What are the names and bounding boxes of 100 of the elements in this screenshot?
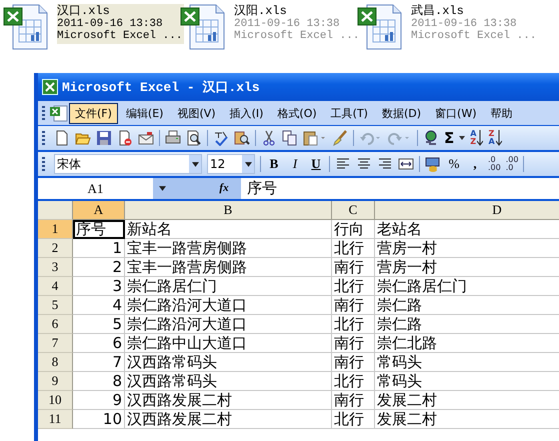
table-cell: 行向: [332, 220, 375, 239]
table-cell: 南行: [332, 258, 375, 277]
table-cell: 营房一村: [375, 258, 559, 277]
table-cell: 汉西路常码头: [125, 372, 332, 391]
toolbar-grip[interactable]: [42, 157, 45, 171]
column-header[interactable]: C: [332, 201, 375, 220]
print-preview-icon[interactable]: [186, 130, 202, 146]
table-cell: 北行: [332, 372, 375, 391]
row-header[interactable]: 9: [38, 372, 73, 391]
table-cell: 5: [73, 315, 125, 334]
file-name: 汉口.xls: [57, 5, 111, 18]
underline-button[interactable]: U: [308, 156, 324, 172]
spreadsheet-file-icon[interactable]: [3, 2, 49, 50]
spelling-check-icon[interactable]: [213, 130, 229, 146]
percent-button[interactable]: %: [446, 156, 462, 172]
bold-button[interactable]: B: [266, 156, 282, 172]
menu-item[interactable]: 文件(F): [69, 102, 118, 124]
row-header[interactable]: 8: [38, 353, 73, 372]
increase-decimal-button[interactable]: .0 .00: [488, 156, 501, 172]
row-header[interactable]: 4: [38, 277, 73, 296]
font-dropdown[interactable]: 宋体: [54, 154, 202, 174]
row-header[interactable]: 5: [38, 296, 73, 315]
paintbrush-icon[interactable]: [332, 130, 348, 146]
spreadsheet-file-icon[interactable]: [180, 2, 226, 50]
printer-icon[interactable]: [165, 130, 181, 146]
permission-icon[interactable]: [117, 130, 133, 146]
menu-item[interactable]: 插入(I): [224, 102, 270, 124]
spreadsheet-file-icon[interactable]: [357, 2, 403, 50]
table-cell: 10: [73, 410, 125, 429]
caret-icon[interactable]: [159, 186, 166, 191]
menu-item[interactable]: 视图(V): [171, 102, 222, 124]
table-cell: 新站名: [125, 220, 332, 239]
menu-item[interactable]: 格式(O): [271, 102, 323, 124]
caret-icon[interactable]: [244, 162, 252, 166]
row-header[interactable]: 3: [38, 258, 73, 277]
column-header[interactable]: A: [73, 201, 125, 220]
table-cell: 崇仁路居仁门: [125, 277, 332, 296]
table-cell: 崇仁路居仁门: [375, 277, 559, 296]
name-box[interactable]: A1: [38, 180, 153, 196]
column-header[interactable]: D: [375, 201, 559, 220]
table-cell: 3: [73, 277, 125, 296]
table-cell: 汉西路发展二村: [125, 391, 332, 410]
toolbar-grip[interactable]: [42, 106, 45, 120]
table-cell: 9: [73, 391, 125, 410]
table-cell: 发展二村: [375, 391, 559, 410]
menu-item[interactable]: 数据(D): [376, 102, 428, 124]
comma-style-button[interactable]: ,: [467, 156, 483, 172]
email-icon[interactable]: [138, 130, 154, 146]
decrease-decimal-button[interactable]: .00 .0: [506, 156, 518, 172]
table-cell: 8: [73, 372, 125, 391]
table-cell: 南行: [332, 391, 375, 410]
menu-item[interactable]: 工具(T): [324, 102, 374, 124]
currency-icon[interactable]: [425, 156, 441, 172]
table-cell: 汉西路发展二村: [125, 410, 332, 429]
table-cell: 6: [73, 334, 125, 353]
sort-ascending-button[interactable]: A Z: [470, 130, 484, 146]
row-header[interactable]: 10: [38, 391, 73, 410]
menu-item[interactable]: 编辑(E): [120, 102, 170, 124]
formula-input[interactable]: 序号: [241, 179, 277, 198]
copy-icon[interactable]: [282, 130, 298, 146]
table-cell: 宝丰一路营房侧路: [125, 258, 332, 277]
sort-descending-button[interactable]: Z A: [488, 130, 502, 146]
menu-item[interactable]: 帮助: [484, 102, 518, 124]
row-header[interactable]: 7: [38, 334, 73, 353]
italic-button[interactable]: I: [287, 156, 303, 172]
row-header[interactable]: 6: [38, 315, 73, 334]
table-cell: 崇仁路沿河大道口: [125, 296, 332, 315]
file-date: 2011-09-16 13:38: [411, 18, 518, 30]
workbook-icon[interactable]: [49, 104, 69, 122]
research-icon[interactable]: [234, 130, 250, 146]
menu-item[interactable]: 窗口(W): [429, 102, 482, 124]
new-document-icon[interactable]: [54, 130, 70, 146]
file-label-background[interactable]: 武昌.xls 2011-09-16 13:38 Microsoft Excel ...: [411, 4, 538, 44]
row-header[interactable]: 2: [38, 239, 73, 258]
merge-center-icon[interactable]: [398, 156, 414, 172]
table-cell: 北行: [332, 410, 375, 429]
file-date: 2011-09-16 13:38: [234, 18, 341, 30]
table-cell: 7: [73, 353, 125, 372]
autosum-button[interactable]: Σ: [444, 129, 454, 147]
column-header[interactable]: B: [125, 201, 332, 220]
table-cell: 常码头: [375, 372, 559, 391]
table-cell: 序号: [73, 220, 125, 239]
table-cell: 常码头: [375, 353, 559, 372]
table-cell: 汉西路常码头: [125, 353, 332, 372]
caret-icon[interactable]: [459, 136, 466, 140]
row-header[interactable]: 1: [38, 220, 73, 239]
caret-icon[interactable]: [192, 162, 198, 166]
table-cell: 南行: [332, 296, 375, 315]
paste-icon[interactable]: [303, 130, 327, 146]
table-cell: 崇仁北路: [375, 334, 559, 353]
save-icon[interactable]: [96, 130, 112, 146]
row-header[interactable]: 11: [38, 410, 73, 429]
insert-function-button[interactable]: fx: [213, 178, 241, 199]
scissors-icon[interactable]: [261, 130, 277, 146]
toolbar-grip[interactable]: [42, 131, 45, 145]
globe-link-icon[interactable]: [423, 130, 439, 146]
file-label-background[interactable]: 汉口.xls 2011-09-16 13:38 Microsoft Excel ...: [57, 4, 184, 44]
font-size-dropdown[interactable]: 12: [207, 154, 255, 174]
file-label-background[interactable]: 汉阳.xls 2011-09-16 13:38 Microsoft Excel ...: [234, 4, 362, 44]
table-cell: 南行: [332, 353, 375, 372]
